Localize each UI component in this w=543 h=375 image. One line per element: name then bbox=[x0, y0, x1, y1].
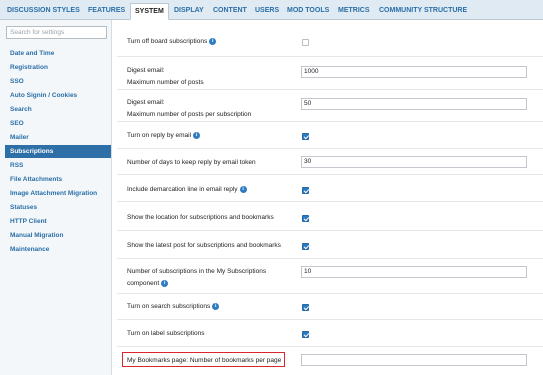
digest-max-posts-input[interactable]: 1000 bbox=[301, 66, 527, 78]
checkbox-demarcation-line[interactable] bbox=[302, 187, 309, 194]
setting-label: Turn on search subscriptions i bbox=[127, 301, 220, 312]
settings-panel: Turn off board subscriptions i Digest ema… bbox=[117, 20, 543, 375]
setting-label: Digest email: bbox=[127, 67, 165, 74]
setting-row: Digest email: Maximum number of posts 10… bbox=[117, 62, 543, 90]
days-keep-reply-token-input[interactable]: 30 bbox=[301, 156, 527, 168]
setting-row: Turn off board subscriptions i bbox=[117, 33, 543, 57]
setting-sublabel: Maximum number of posts bbox=[127, 79, 204, 86]
tab-display[interactable]: DISPLAY bbox=[170, 3, 208, 20]
setting-label: Turn on label subscriptions bbox=[127, 330, 205, 337]
checkbox-show-latest-post[interactable] bbox=[302, 243, 309, 250]
sidebar-item-http-client[interactable]: HTTP Client bbox=[5, 215, 111, 228]
setting-label: Include demarcation line in email reply i bbox=[127, 184, 247, 195]
tab-discussion-styles[interactable]: DISCUSSION STYLES bbox=[3, 3, 84, 20]
highlight-box bbox=[122, 352, 285, 367]
tab-system[interactable]: SYSTEM bbox=[130, 3, 169, 20]
sidebar-item-image-attachment-migration[interactable]: Image Attachment Migration bbox=[5, 187, 111, 200]
tab-community-structure[interactable]: COMMUNITY STRUCTURE bbox=[375, 3, 471, 20]
setting-label: Turn on reply by email i bbox=[127, 130, 201, 141]
setting-label: Digest email: bbox=[127, 99, 165, 106]
setting-label: Number of subscriptions in the My Subscr… bbox=[127, 268, 267, 275]
info-icon[interactable]: i bbox=[193, 132, 201, 139]
setting-row: Show the latest post for subscriptions a… bbox=[117, 232, 543, 259]
setting-row: Digest email: Maximum number of posts pe… bbox=[117, 94, 543, 122]
top-navigation: DISCUSSION STYLES FEATURES SYSTEM DISPLA… bbox=[0, 0, 543, 20]
sidebar-item-rss[interactable]: RSS bbox=[5, 159, 111, 172]
setting-row: Include demarcation line in email reply i bbox=[117, 177, 543, 202]
sidebar-item-auto-signin[interactable]: Auto Signin / Cookies bbox=[5, 89, 111, 102]
sidebar-item-registration[interactable]: Registration bbox=[5, 61, 111, 74]
tab-mod-tools[interactable]: MOD TOOLS bbox=[283, 3, 333, 20]
sidebar-item-subscriptions[interactable]: Subscriptions bbox=[5, 145, 111, 158]
settings-search-input[interactable] bbox=[6, 26, 107, 39]
checkbox-turn-off-board-subscriptions[interactable] bbox=[302, 39, 309, 46]
tab-content[interactable]: CONTENT bbox=[209, 3, 251, 20]
bookmarks-per-page-input[interactable] bbox=[301, 354, 527, 366]
sidebar-item-search[interactable]: Search bbox=[5, 103, 111, 116]
setting-label: Show the latest post for subscriptions a… bbox=[127, 242, 281, 249]
info-icon[interactable]: i bbox=[212, 303, 220, 310]
sidebar-item-file-attachments[interactable]: File Attachments bbox=[5, 173, 111, 186]
settings-sidebar: Date and Time Registration SSO Auto Sign… bbox=[0, 20, 112, 375]
checkbox-reply-by-email[interactable] bbox=[302, 133, 309, 140]
my-subscriptions-count-input[interactable]: 10 bbox=[301, 266, 527, 278]
checkbox-show-location[interactable] bbox=[302, 215, 309, 222]
setting-sublabel: Maximum number of posts per subscription bbox=[127, 111, 252, 118]
digest-max-posts-per-subscription-input[interactable]: 50 bbox=[301, 98, 527, 110]
setting-row: Turn on label subscriptions bbox=[117, 321, 543, 347]
info-icon[interactable]: i bbox=[209, 38, 217, 45]
checkbox-label-subscriptions[interactable] bbox=[302, 331, 309, 338]
tab-features[interactable]: FEATURES bbox=[84, 3, 129, 20]
setting-label: Number of days to keep reply by email to… bbox=[127, 159, 256, 166]
setting-row: Turn on reply by email i bbox=[117, 123, 543, 149]
setting-row: Show the location for subscriptions and … bbox=[117, 204, 543, 231]
sidebar-item-date-and-time[interactable]: Date and Time bbox=[5, 47, 111, 60]
setting-label: Show the location for subscriptions and … bbox=[127, 214, 274, 221]
setting-row: Number of subscriptions in the My Subscr… bbox=[117, 260, 543, 294]
setting-label: Turn off board subscriptions i bbox=[127, 36, 217, 47]
sidebar-item-seo[interactable]: SEO bbox=[5, 117, 111, 130]
setting-sublabel: component i bbox=[127, 278, 169, 289]
sidebar-item-manual-migration[interactable]: Manual Migration bbox=[5, 229, 111, 242]
info-icon[interactable]: i bbox=[239, 186, 247, 193]
tab-metrics[interactable]: METRICS bbox=[334, 3, 374, 20]
sidebar-item-maintenance[interactable]: Maintenance bbox=[5, 243, 111, 256]
sidebar-item-mailer[interactable]: Mailer bbox=[5, 131, 111, 144]
info-icon[interactable]: i bbox=[161, 280, 169, 287]
tab-users[interactable]: USERS bbox=[251, 3, 283, 20]
sidebar-item-sso[interactable]: SSO bbox=[5, 75, 111, 88]
checkbox-search-subscriptions[interactable] bbox=[302, 304, 309, 311]
sidebar-item-statuses[interactable]: Statuses bbox=[5, 201, 111, 214]
setting-row: Turn on search subscriptions i bbox=[117, 295, 543, 320]
setting-row: Number of days to keep reply by email to… bbox=[117, 150, 543, 175]
